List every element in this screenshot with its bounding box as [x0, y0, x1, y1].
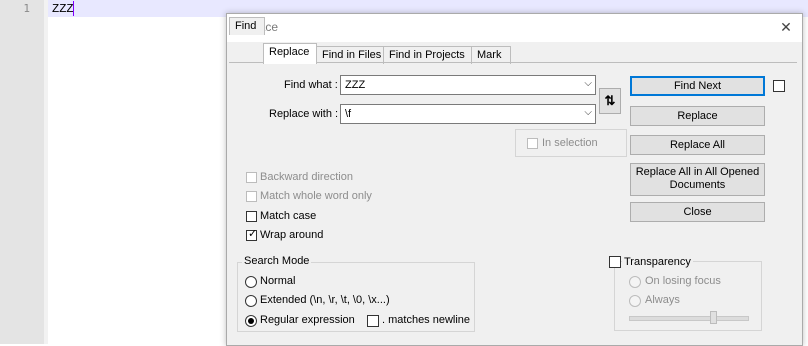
chevron-down-icon[interactable]: ⌵ [584, 78, 592, 89]
replace-all-button[interactable]: Replace All [630, 135, 765, 155]
replace-with-label: Replace with : [269, 108, 339, 120]
extended-label: Extended (\n, \r, \t, \0, \x...) [260, 294, 390, 306]
find-what-label: Find what : [284, 79, 338, 91]
transparency-checkbox[interactable] [609, 256, 621, 268]
fold-margin [44, 0, 48, 344]
radio-selected-dot [248, 318, 254, 324]
tab-label: Replace [269, 46, 310, 58]
normal-label: Normal [260, 275, 296, 287]
close-button[interactable]: Close [630, 202, 765, 222]
swap-find-replace-button[interactable]: ⇅ [599, 88, 621, 114]
match-case-label: Match case [260, 210, 317, 222]
tab-label: Find in Projects [389, 49, 465, 61]
wrap-around-label: Wrap around [260, 229, 324, 241]
in-selection-checkbox[interactable] [527, 138, 538, 149]
replace-button[interactable]: Replace [630, 106, 765, 126]
search-mode-title: Search Mode [242, 255, 312, 267]
tab-replace[interactable]: Replace [263, 43, 317, 64]
line-number: 1 [23, 2, 30, 15]
always-label: Always [645, 294, 680, 306]
editor-text[interactable]: ZZZ [52, 2, 74, 16]
close-icon[interactable]: ✕ [776, 17, 796, 37]
replace-dialog: Replace ✕ Find Replace Find in Files Fin… [226, 13, 803, 346]
tab-find[interactable]: Find [229, 17, 265, 35]
extended-radio[interactable] [245, 295, 257, 307]
replace-all-opened-line1: Replace All in All Opened [635, 166, 760, 178]
in-selection-label: In selection [542, 137, 598, 149]
backward-direction-checkbox[interactable] [246, 172, 257, 183]
wrap-around-checkbox[interactable]: ✓ [246, 228, 258, 241]
line-number-gutter: 1 [0, 0, 45, 344]
find-what-value: ZZZ [345, 79, 366, 91]
text-caret [73, 1, 74, 16]
replace-all-opened-button[interactable]: Replace All in All Opened Documents [630, 163, 765, 196]
transparency-title: Transparency [622, 256, 693, 268]
backward-direction-label: Backward direction [260, 171, 353, 183]
tab-label: Find [235, 20, 257, 32]
replace-with-combo[interactable]: \f ⌵ [340, 104, 596, 124]
replace-all-opened-line2: Documents [669, 179, 726, 191]
find-what-combo[interactable]: ZZZ ⌵ [340, 75, 596, 95]
tab-label: Find in Files [322, 49, 382, 61]
matches-newline-label: . matches newline [382, 314, 471, 326]
replace-with-value: \f [345, 108, 352, 120]
transparency-slider-thumb[interactable] [710, 311, 717, 324]
dialog-titlebar[interactable]: Replace ✕ [227, 14, 802, 42]
regex-label: Regular expression [260, 314, 355, 326]
transparency-slider-track[interactable] [629, 316, 749, 321]
on-losing-focus-radio[interactable] [629, 276, 641, 288]
chevron-down-icon[interactable]: ⌵ [584, 107, 592, 118]
on-losing-focus-label: On losing focus [645, 275, 721, 287]
normal-radio[interactable] [245, 276, 257, 288]
always-radio[interactable] [629, 295, 641, 307]
regex-radio[interactable] [245, 315, 257, 327]
find-next-button[interactable]: Find Next [630, 76, 765, 96]
match-case-checkbox[interactable] [246, 211, 257, 222]
tab-label: Mark [477, 49, 502, 61]
match-whole-word-label: Match whole word only [260, 190, 372, 202]
find-next-option-checkbox[interactable] [773, 80, 785, 92]
checkmark-icon: ✓ [248, 228, 258, 240]
matches-newline-checkbox[interactable] [367, 315, 379, 327]
match-whole-word-checkbox[interactable] [246, 191, 257, 202]
